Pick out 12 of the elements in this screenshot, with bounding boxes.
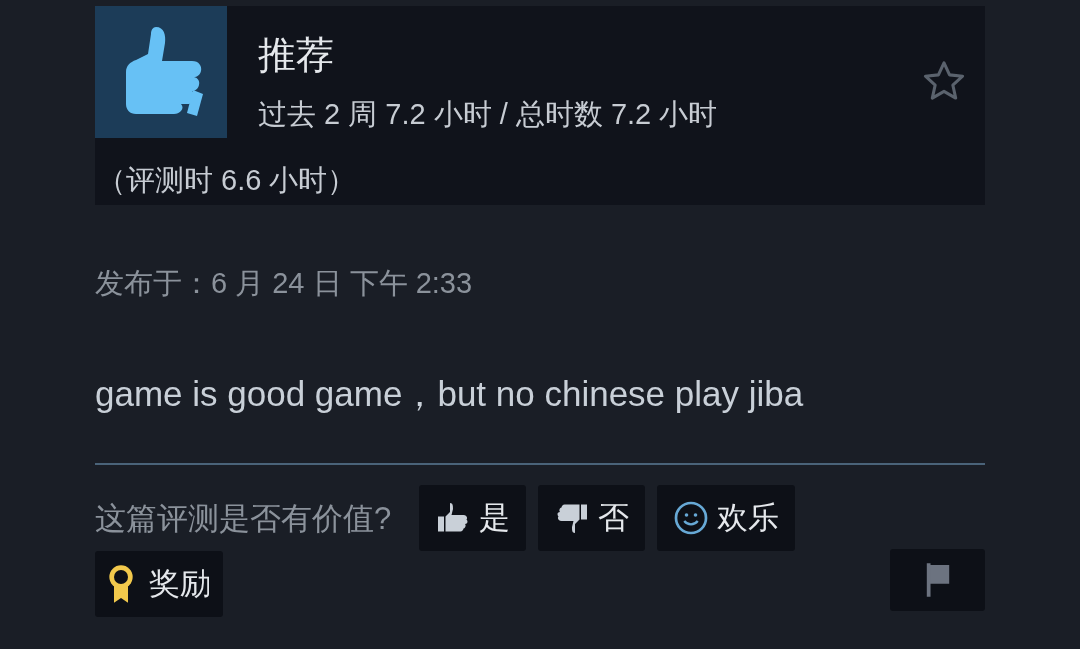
review-text: game is good game，but no chinese play jiba bbox=[95, 376, 805, 411]
no-button[interactable]: 否 bbox=[538, 485, 646, 551]
award-button[interactable]: 奖励 bbox=[95, 551, 223, 617]
yes-button[interactable]: 是 bbox=[419, 485, 527, 551]
funny-button[interactable]: 欢乐 bbox=[657, 485, 796, 551]
smiley-icon bbox=[673, 500, 710, 536]
review-verdict: 推荐 bbox=[258, 36, 335, 74]
playtime-text: 过去 2 周 7.2 小时 / 总时数 7.2 小时 bbox=[258, 100, 718, 129]
report-button[interactable] bbox=[890, 549, 985, 611]
helpful-question: 这篇评测是否有价值? bbox=[95, 502, 392, 534]
playtime-at-review: （评测时 6.6 小时） bbox=[97, 166, 358, 195]
posted-date: 发布于：6 月 24 日 下午 2:33 bbox=[95, 269, 474, 298]
